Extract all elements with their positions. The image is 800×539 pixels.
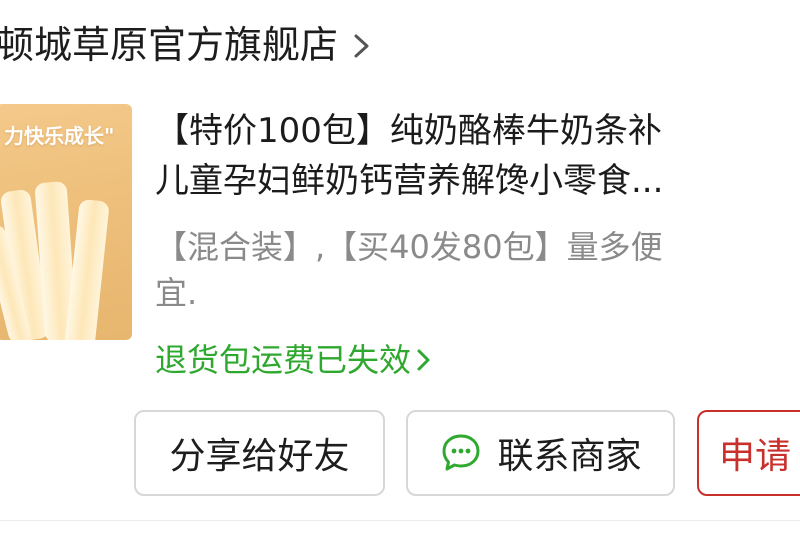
chevron-right-icon[interactable] (350, 30, 374, 62)
contact-seller-label: 联系商家 (497, 436, 642, 477)
product-title-line-2: 儿童孕妇鲜奶钙营养解馋小零食... (155, 161, 664, 201)
product-title[interactable]: 【特价100包】纯奶酪棒牛奶条补 儿童孕妇鲜奶钙营养解馋小零食... (155, 106, 785, 206)
share-button-label: 分享给好友 (169, 436, 350, 477)
return-shipping-link[interactable]: 退货包运费已失效 (155, 338, 433, 382)
product-spec-line-2: 宜. (155, 274, 198, 312)
share-button[interactable]: 分享给好友 (134, 410, 385, 496)
product-thumbnail[interactable]: 力快乐成长" (0, 104, 132, 340)
apply-button-label: 申请 (719, 436, 792, 477)
thumbnail-caption: 力快乐成长" (4, 124, 115, 148)
product-spec-line-1: 【混合装】,【买40发80包】量多便 (155, 228, 663, 266)
divider (0, 520, 800, 521)
product-title-line-1: 【特价100包】纯奶酪棒牛奶条补 (155, 111, 662, 151)
store-name[interactable]: 顿城草原官方旗舰店 (0, 20, 338, 70)
chevron-right-icon (417, 349, 430, 371)
chat-bubble-icon (442, 434, 480, 471)
return-shipping-label: 退货包运费已失效 (155, 341, 412, 379)
product-spec: 【混合装】,【买40发80包】量多便 宜. (155, 224, 755, 316)
store-header[interactable]: 顿城草原官方旗舰店 (0, 0, 800, 90)
apply-button[interactable]: 申请 (697, 410, 800, 496)
contact-seller-button[interactable]: 联系商家 (406, 410, 675, 496)
